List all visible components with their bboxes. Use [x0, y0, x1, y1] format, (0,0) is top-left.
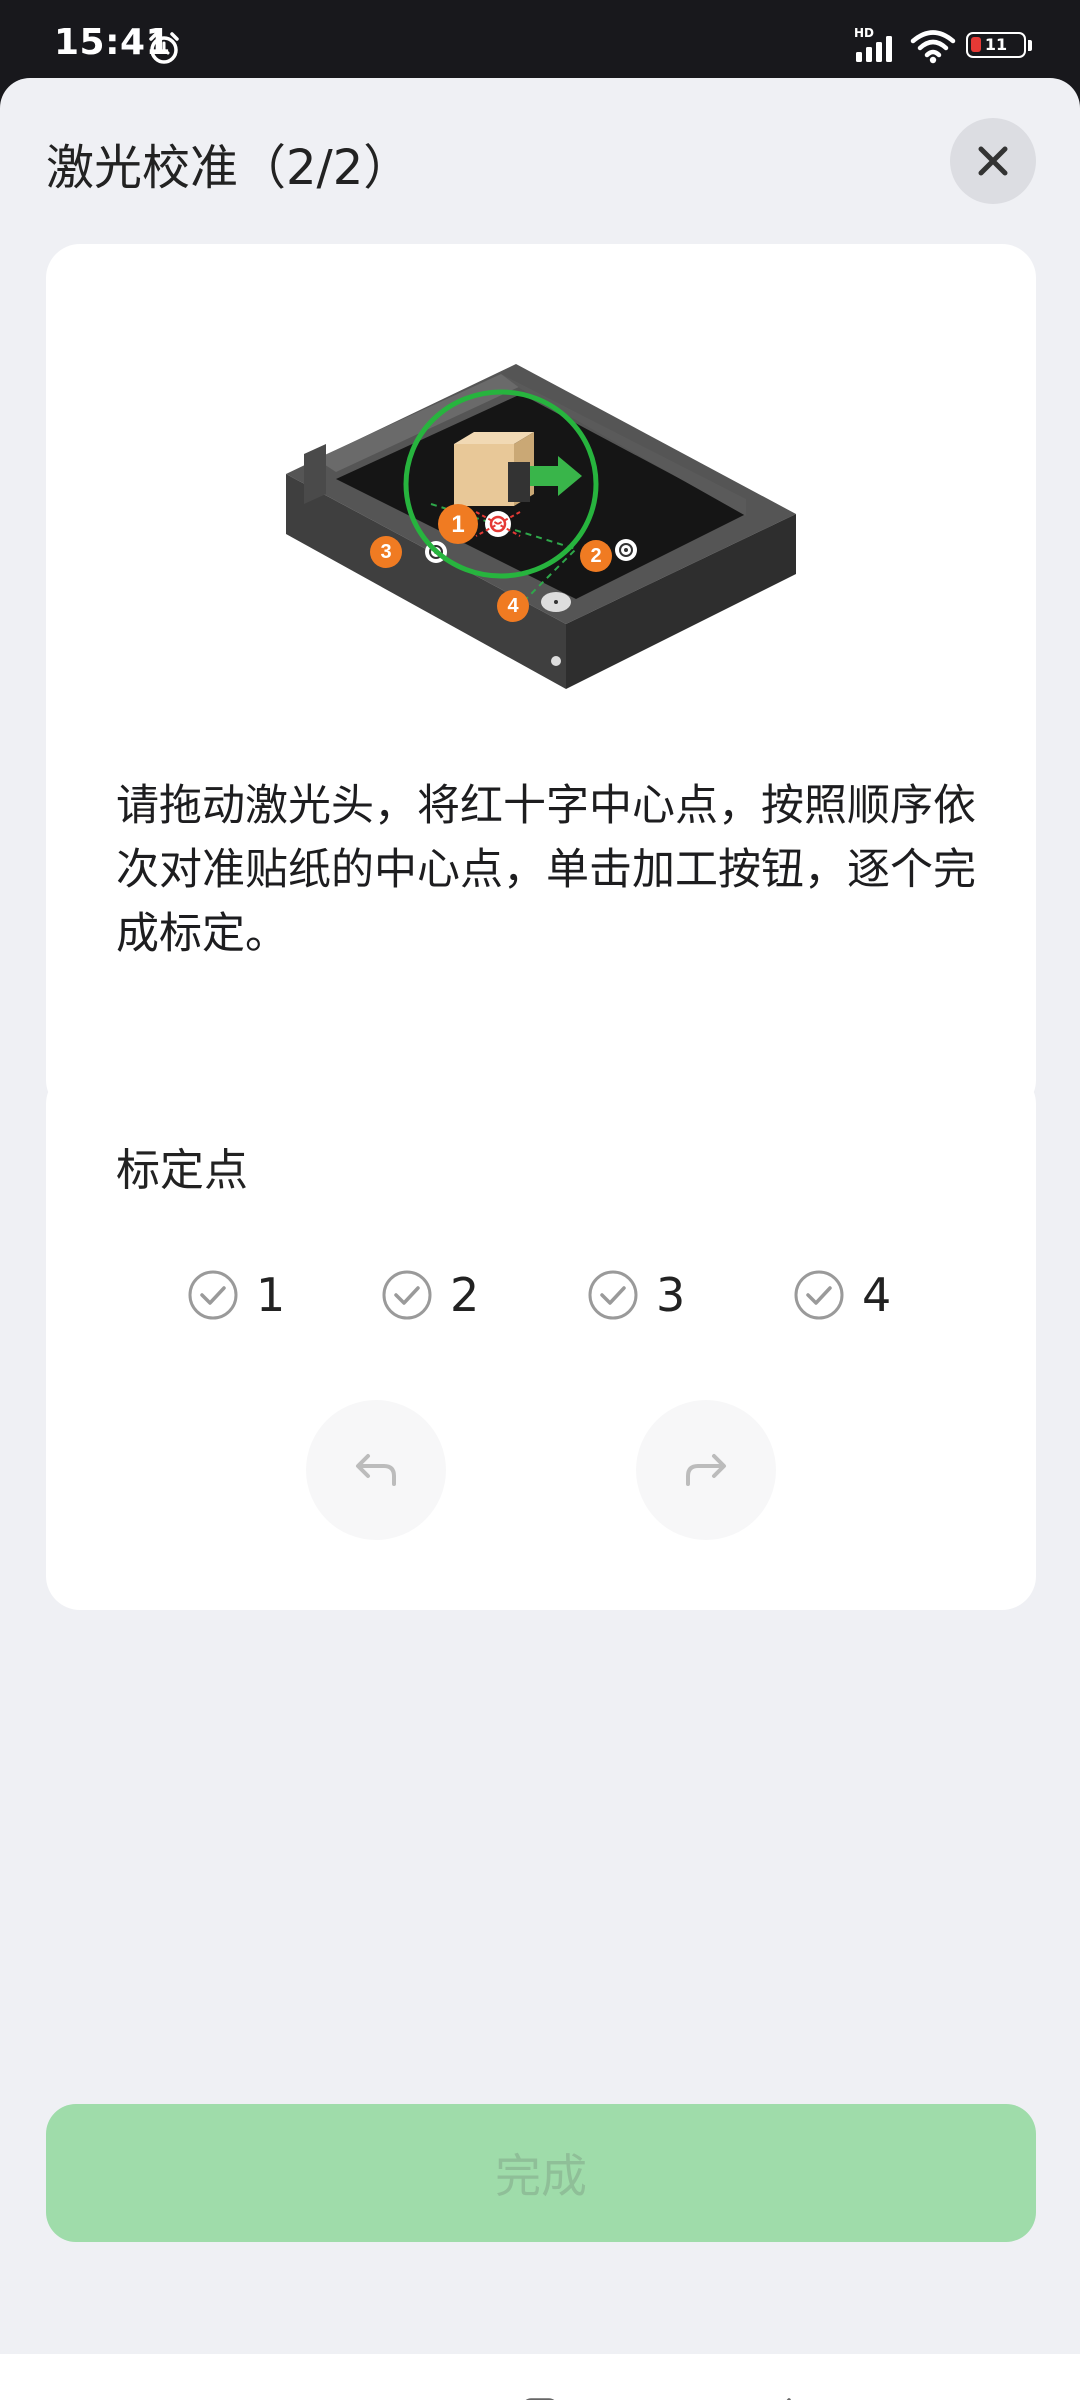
- system-nav-bar: [0, 2354, 1080, 2400]
- page-title: 激光校准（2/2）: [46, 140, 412, 196]
- calibration-point-4[interactable]: 4: [792, 1260, 891, 1330]
- undo-button[interactable]: [306, 1400, 446, 1540]
- calibration-points-title: 标定点: [116, 1145, 248, 1196]
- battery-level: 11: [984, 35, 1008, 54]
- menu-icon[interactable]: [265, 2390, 325, 2400]
- status-bar: 15:41 HD 11: [0, 0, 1080, 78]
- check-circle-icon: [588, 1270, 638, 1320]
- calibration-point-2[interactable]: 2: [380, 1260, 479, 1330]
- calibration-point-1[interactable]: 1: [186, 1260, 285, 1330]
- signal-icon: [854, 34, 900, 68]
- calibration-points-card: 标定点 1 2 3 4: [46, 1070, 1036, 1610]
- undo-icon: [356, 1454, 396, 1486]
- marker-4-label: 4: [507, 595, 519, 617]
- alarm-icon: [146, 30, 182, 70]
- instruction-card: 1 3 2 4 请拖动激光头，将红十字中心点，按照顺序依次对准贴纸的中心点，单击…: [46, 244, 1036, 1114]
- calibration-point-label: 2: [450, 1268, 480, 1322]
- home-icon[interactable]: [510, 2390, 570, 2400]
- redo-icon: [686, 1454, 726, 1486]
- calibration-sheet: 激光校准（2/2） 1 3 2 4 请拖动激光头，将红十字中心点，按照顺序依次对…: [0, 78, 1080, 2400]
- done-button[interactable]: 完成: [46, 2104, 1036, 2242]
- marker-3-label: 3: [380, 541, 391, 563]
- close-button[interactable]: [950, 118, 1036, 204]
- check-circle-icon: [382, 1270, 432, 1320]
- close-icon: [978, 146, 1008, 176]
- calibration-point-label: 1: [256, 1268, 286, 1322]
- check-circle-icon: [188, 1270, 238, 1320]
- battery-icon: 11: [966, 32, 1026, 58]
- calibration-point-label: 3: [656, 1268, 686, 1322]
- laser-engraver-illustration: 1 3 2 4: [276, 344, 816, 734]
- calibration-points-list: 1 2 3 4: [186, 1260, 946, 1330]
- marker-1-label: 1: [451, 511, 464, 538]
- calibration-point-3[interactable]: 3: [586, 1260, 685, 1330]
- instruction-text: 请拖动激光头，将红十字中心点，按照顺序依次对准贴纸的中心点，单击加工按钮，逐个完…: [116, 781, 976, 959]
- back-icon[interactable]: [752, 2390, 812, 2400]
- check-circle-icon: [794, 1270, 844, 1320]
- calibration-point-label: 4: [862, 1268, 892, 1322]
- redo-button[interactable]: [636, 1400, 776, 1540]
- wifi-icon: [910, 30, 956, 68]
- marker-2-label: 2: [590, 545, 601, 567]
